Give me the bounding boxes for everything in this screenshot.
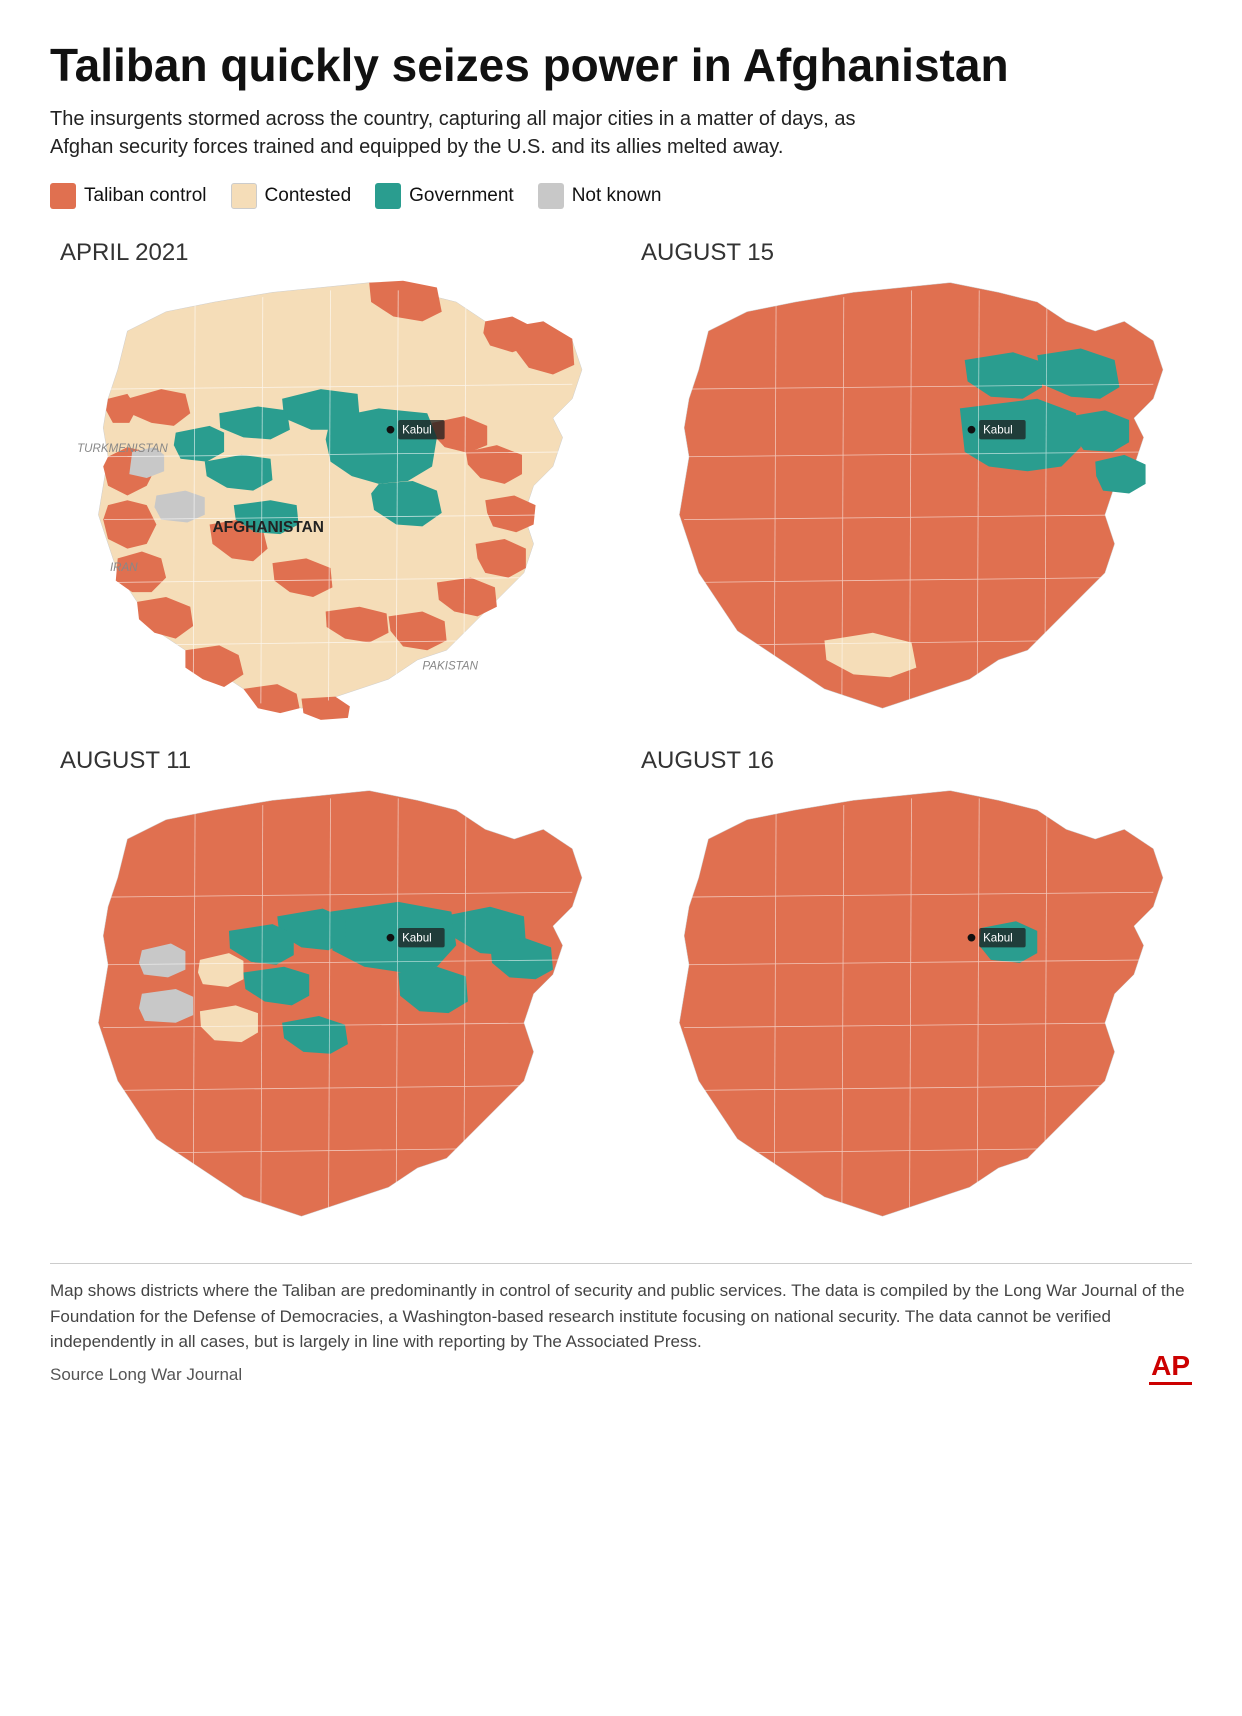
footnote: Map shows districts where the Taliban ar… [50,1263,1192,1355]
svg-text:IRAN: IRAN [110,560,138,573]
svg-text:Kabul: Kabul [402,423,432,436]
page-title: Taliban quickly seizes power in Afghanis… [50,40,1192,91]
subtitle: The insurgents stormed across the countr… [50,105,910,161]
legend-swatch-taliban [50,183,76,209]
svg-text:AFGHANISTAN: AFGHANISTAN [212,519,323,536]
svg-text:TURKMENISTAN: TURKMENISTAN [77,442,168,455]
svg-text:Kabul: Kabul [983,423,1013,436]
maps-grid: APRIL 2021 [50,239,1192,1246]
source-line: Source Long War Journal [50,1365,1192,1385]
legend: Taliban control Contested Government Not… [50,183,1192,209]
footer-area: Map shows districts where the Taliban ar… [50,1263,1192,1385]
legend-label-notknown: Not known [572,185,662,207]
svg-text:Kabul: Kabul [402,931,432,944]
legend-swatch-contested [231,183,257,209]
ap-logo: AP [1149,1350,1192,1385]
legend-swatch-notknown [538,183,564,209]
legend-label-taliban: Taliban control [84,185,207,207]
svg-text:PAKISTAN: PAKISTAN [422,659,478,672]
legend-item-contested: Contested [231,183,352,209]
map-label-april2021: APRIL 2021 [50,239,611,267]
map-aug15: Kabul [631,273,1192,737]
map-aug11: Kabul [50,781,611,1245]
map-panel-aug15: AUGUST 15 [631,239,1192,737]
legend-label-contested: Contested [265,185,352,207]
map-aug16: Kabul [631,781,1192,1245]
legend-item-taliban: Taliban control [50,183,207,209]
map-label-aug16: AUGUST 16 [631,747,1192,775]
map-panel-aug16: AUGUST 16 [631,747,1192,1245]
map-label-aug15: AUGUST 15 [631,239,1192,267]
legend-label-government: Government [409,185,514,207]
svg-text:Kabul: Kabul [983,931,1013,944]
map-april2021: IRAN TURKMENISTAN PAKISTAN AFGHANISTAN K… [50,273,611,737]
legend-item-notknown: Not known [538,183,662,209]
legend-item-government: Government [375,183,514,209]
map-label-aug11: AUGUST 11 [50,747,611,775]
map-panel-april2021: APRIL 2021 [50,239,611,737]
map-panel-aug11: AUGUST 11 [50,747,611,1245]
legend-swatch-government [375,183,401,209]
